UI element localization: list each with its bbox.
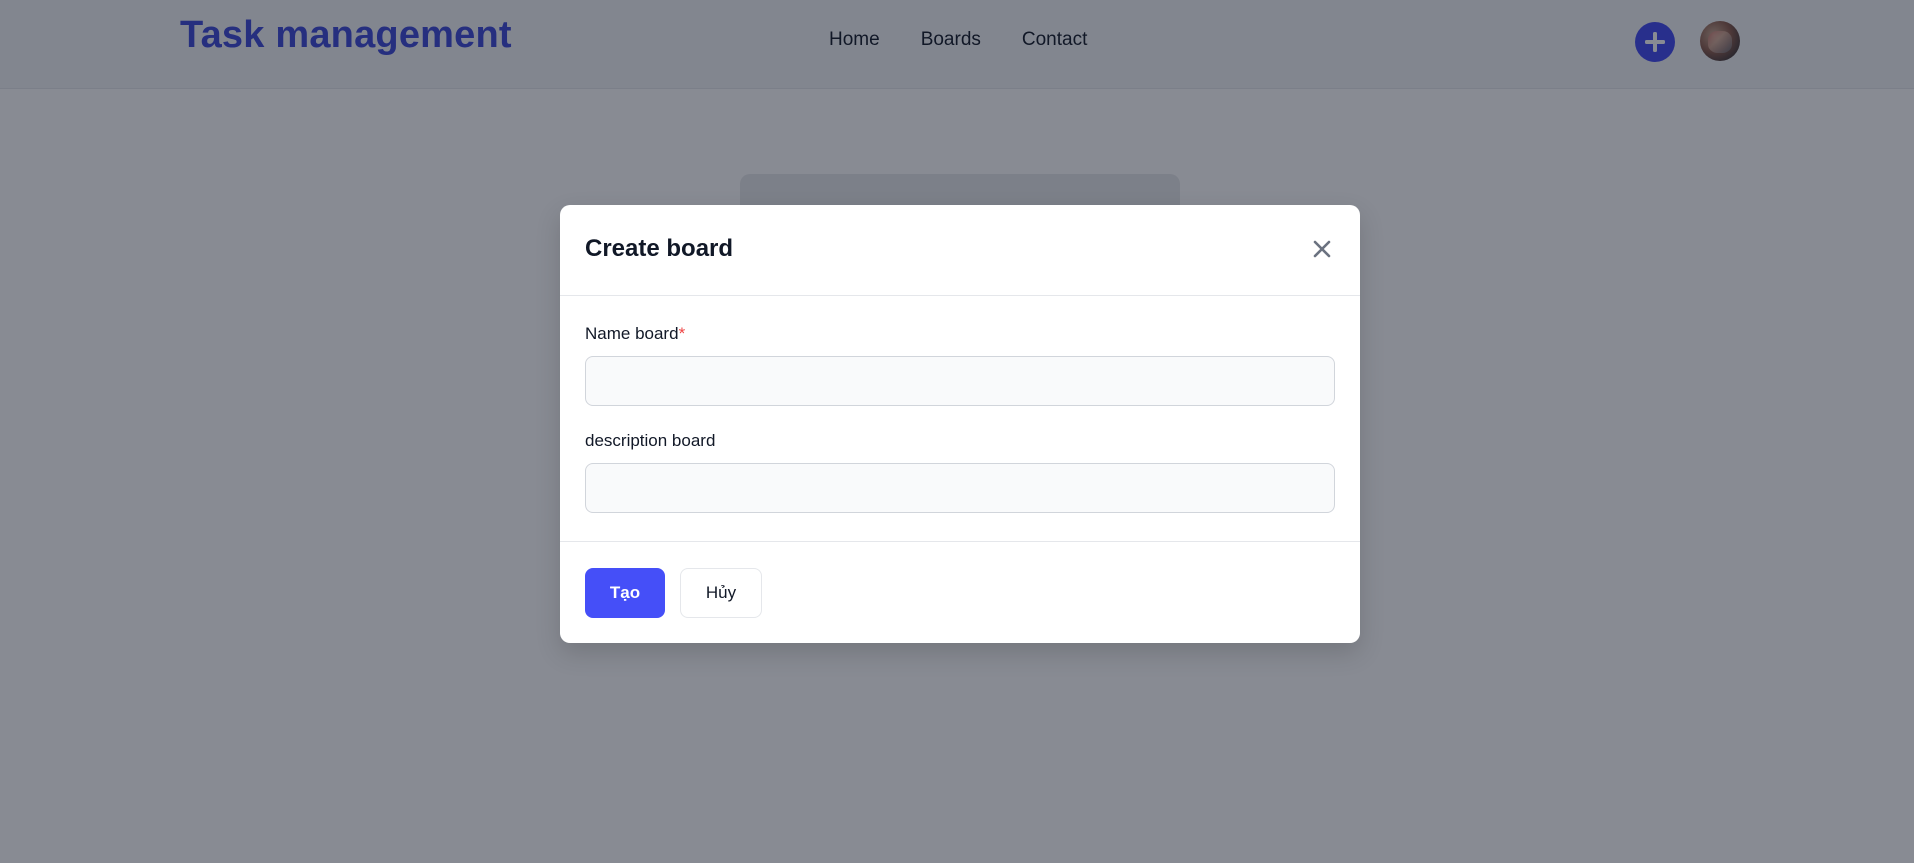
name-board-label-text: Name board — [585, 324, 679, 343]
cancel-button[interactable]: Hủy — [680, 568, 762, 618]
name-board-label: Name board* — [585, 324, 685, 344]
required-mark: * — [678, 324, 686, 343]
modal-body: Name board* description board — [560, 296, 1360, 542]
close-button[interactable] — [1308, 235, 1336, 263]
modal-header: Create board — [560, 205, 1360, 296]
close-icon — [1313, 240, 1331, 258]
name-board-input[interactable] — [585, 356, 1335, 406]
description-board-input[interactable] — [585, 463, 1335, 513]
create-board-modal: Create board Name board* description boa… — [560, 205, 1360, 643]
modal-title: Create board — [585, 235, 734, 262]
modal-footer: Tạo Hủy — [560, 542, 1360, 642]
description-board-label: description board — [585, 431, 716, 450]
create-button[interactable]: Tạo — [585, 568, 665, 618]
